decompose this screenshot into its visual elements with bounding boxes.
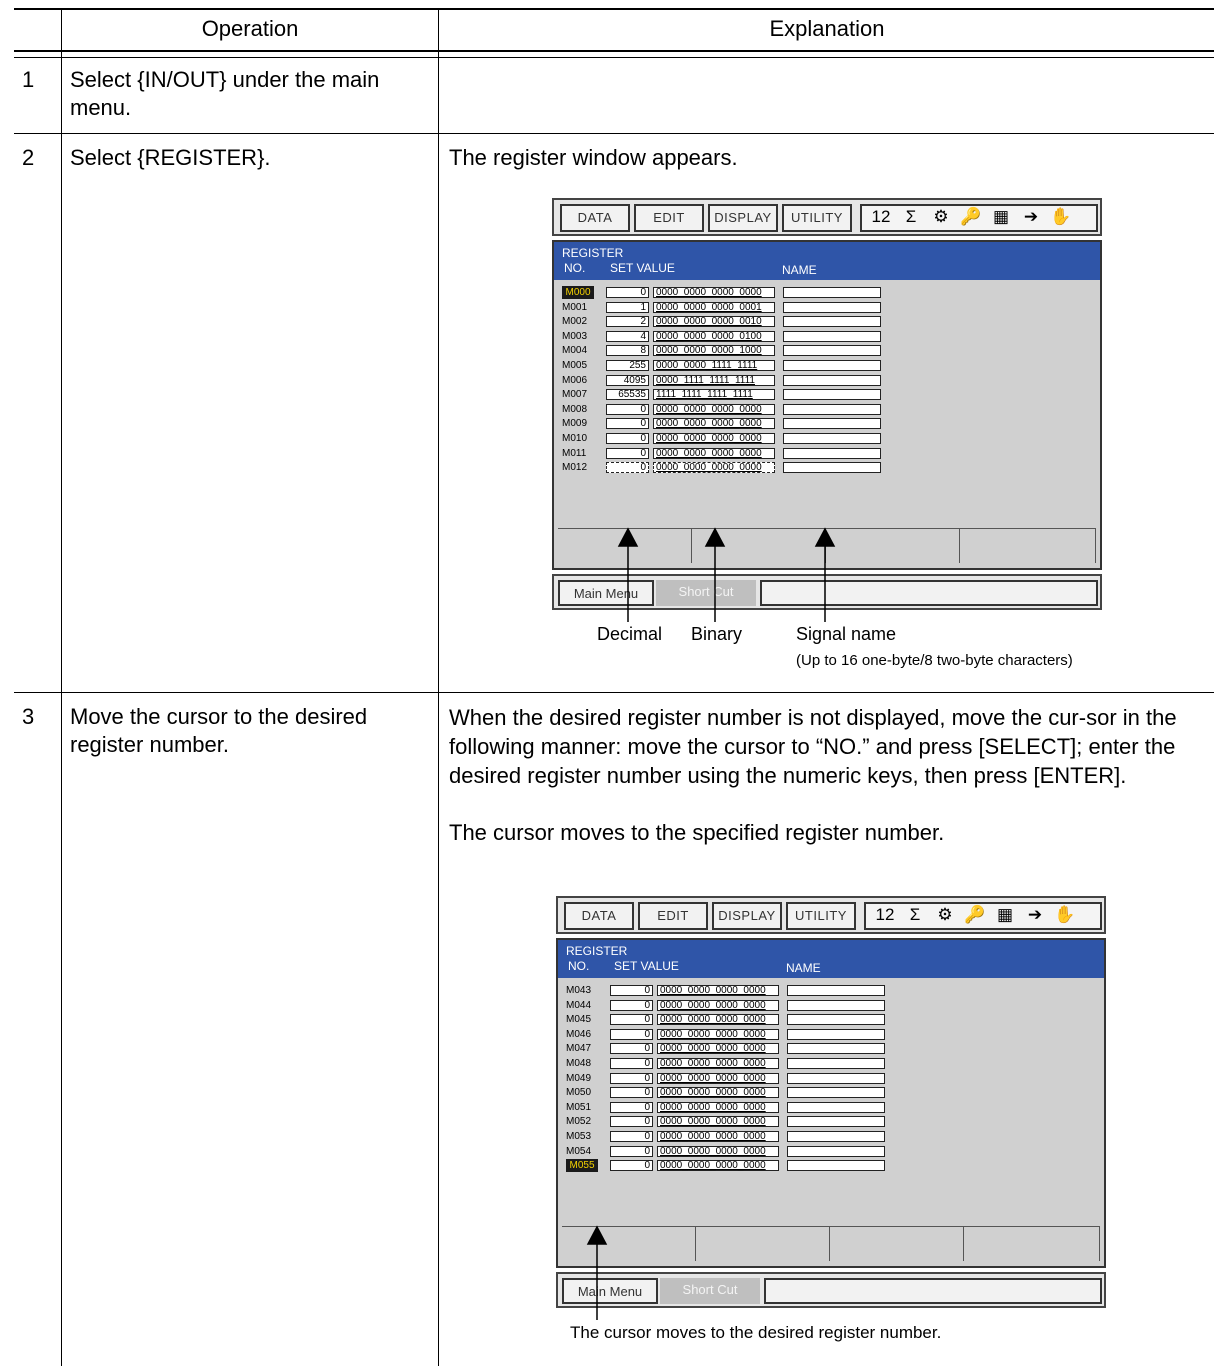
arrow-binary-head bbox=[704, 527, 726, 547]
arrow-signal-head bbox=[814, 527, 836, 547]
arrow-cursor-head bbox=[586, 1225, 608, 1245]
arrow-decimal-head bbox=[617, 527, 639, 547]
callout-arrows bbox=[586, 527, 836, 1320]
